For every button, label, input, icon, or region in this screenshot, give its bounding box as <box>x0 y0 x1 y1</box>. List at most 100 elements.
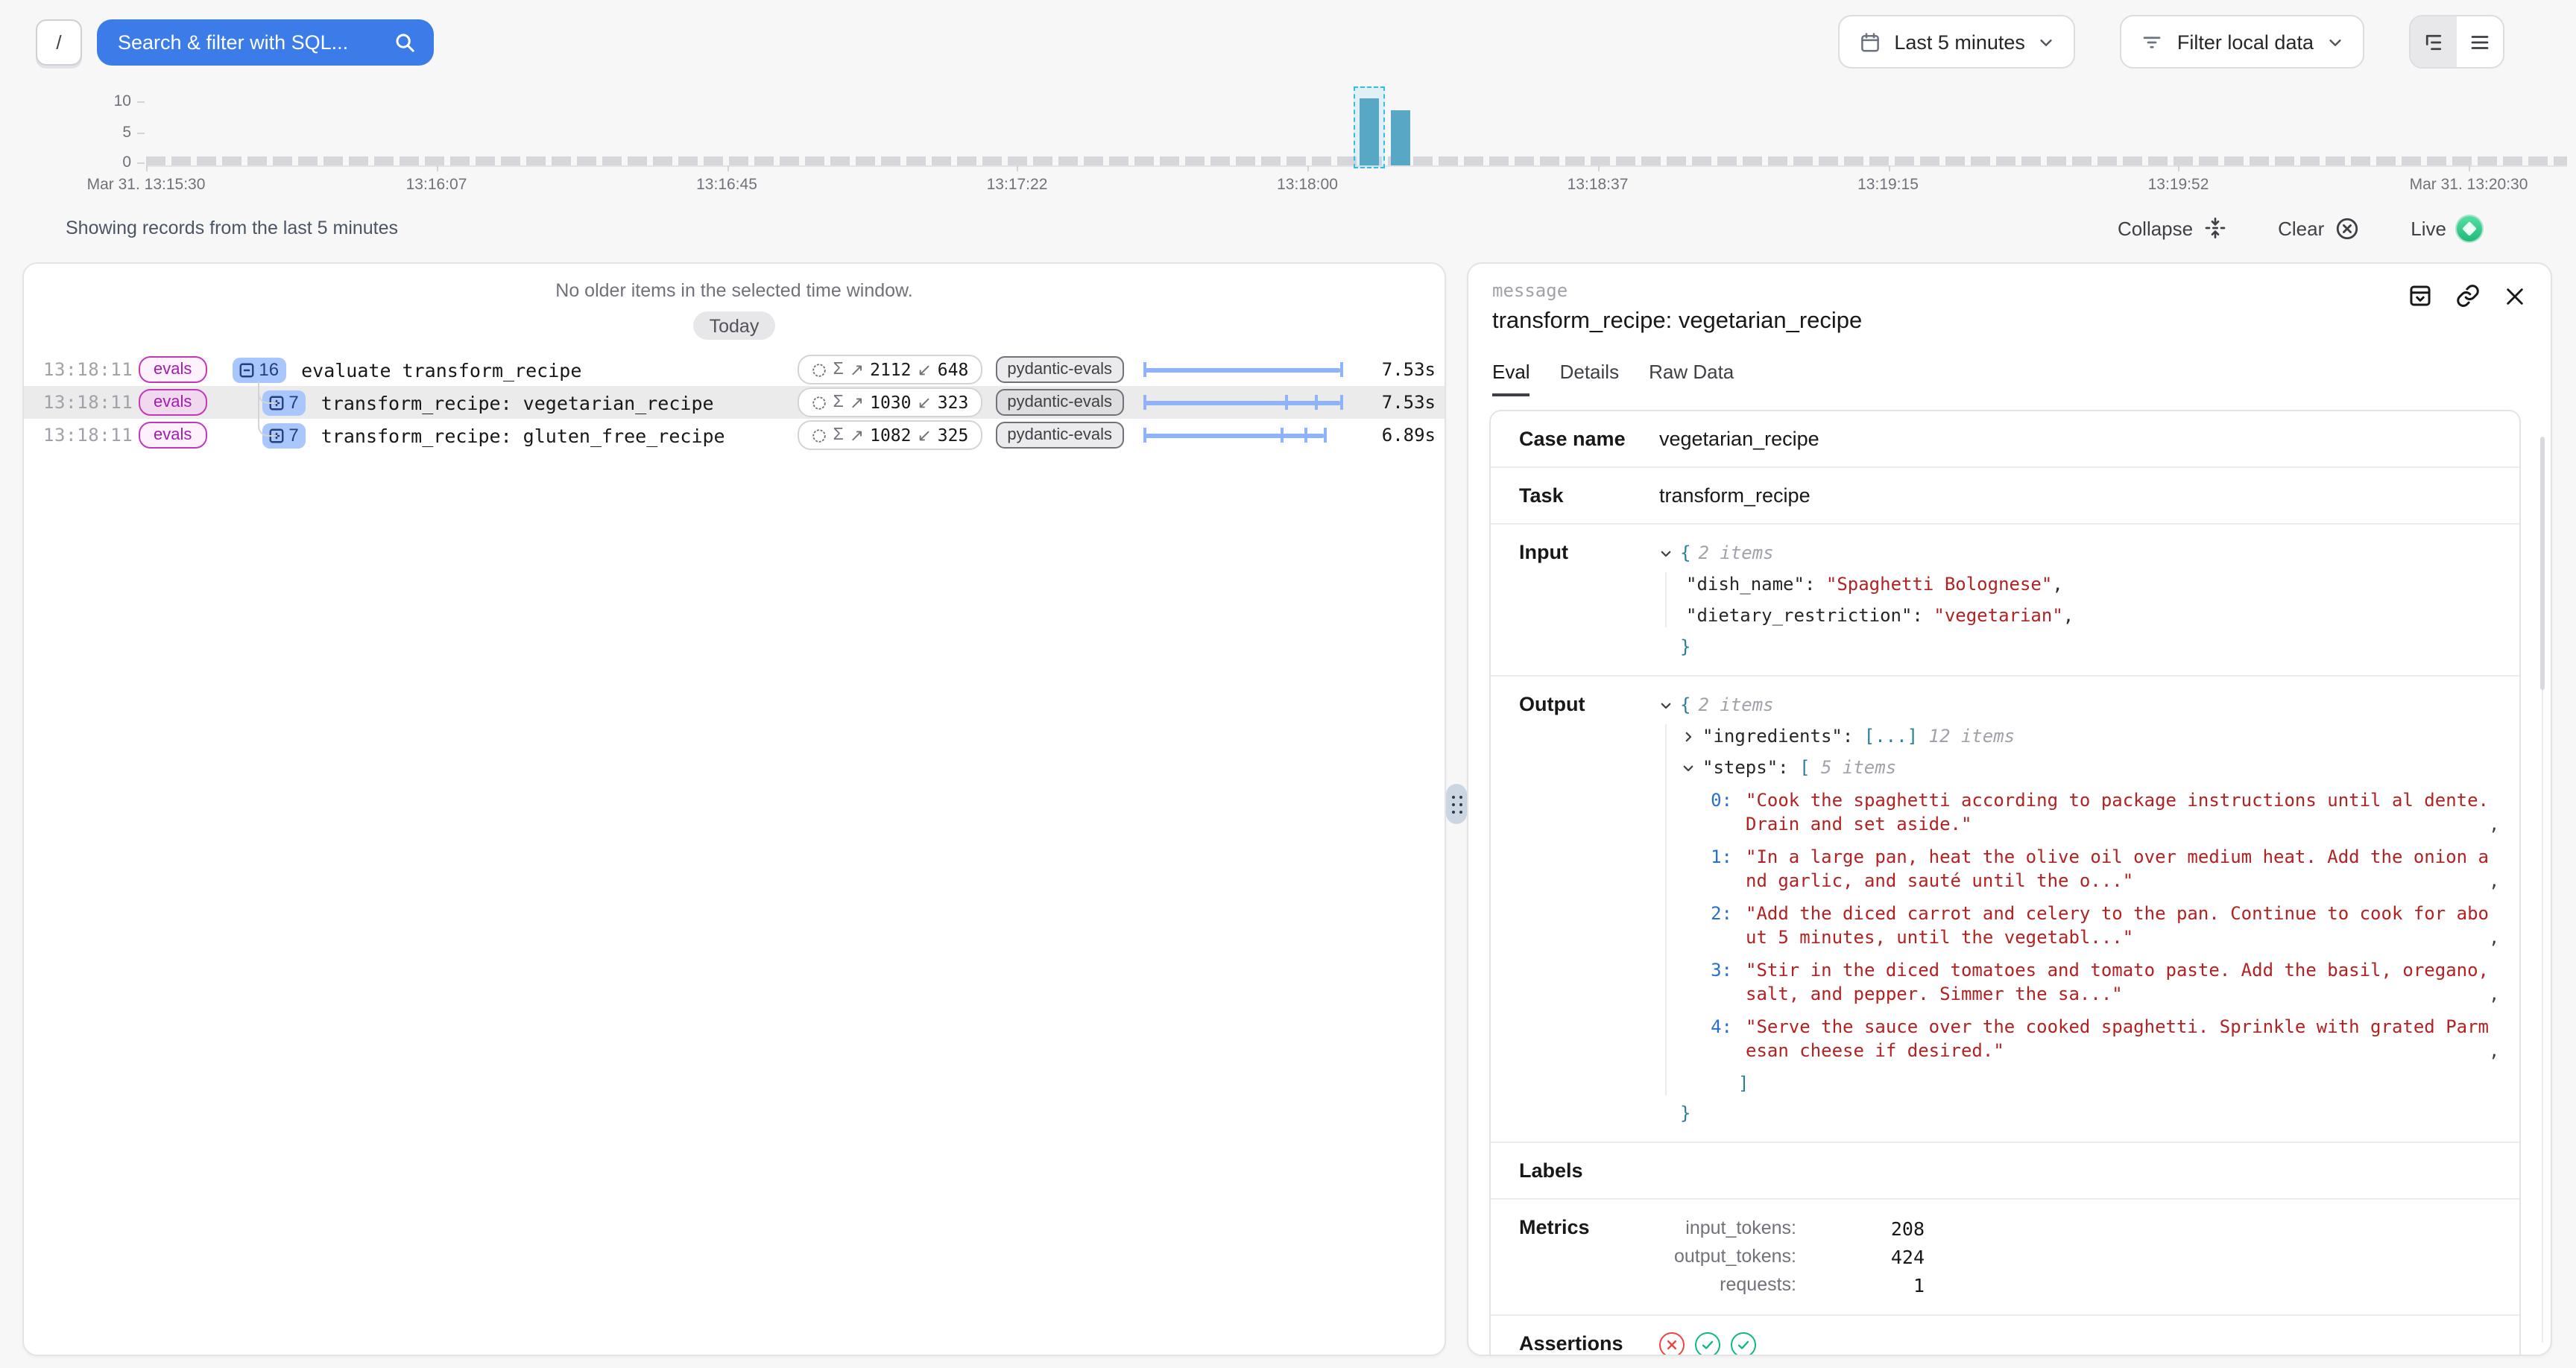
token-usage-badge[interactable]: Σ ↗ 1082 ↙ 325 <box>798 420 982 450</box>
clear-circle-x-icon <box>2334 215 2360 241</box>
span-name: evaluate transform_recipe <box>301 358 581 381</box>
y-axis-tick <box>137 133 145 134</box>
today-label: Today <box>710 315 760 336</box>
list-view-toggle[interactable] <box>2457 16 2503 67</box>
trace-rows: 13:18:11 evals 16 evaluate transform_rec… <box>24 353 1445 452</box>
output-label: Output <box>1519 693 1659 1125</box>
tree-view-icon <box>2422 31 2445 53</box>
assertion-pass-icon[interactable] <box>1731 1332 1756 1356</box>
assertion-fail-icon[interactable] <box>1659 1332 1685 1356</box>
output-token-count: 325 <box>938 425 969 446</box>
time-range-dropdown[interactable]: Last 5 minutes <box>1837 15 2076 69</box>
trace-row-vegetarian-recipe[interactable]: 13:18:11 evals 7 transform_recipe: veget… <box>24 386 1445 419</box>
chevron-down-icon[interactable] <box>1682 761 1695 775</box>
chevron-down-icon[interactable] <box>1659 699 1673 712</box>
row-right-group: Σ ↗ 1030 ↙ 323 pydantic-evals 7.53s <box>798 387 1436 417</box>
row-timestamp: 13:18:11 <box>43 359 118 380</box>
child-count: 7 <box>288 392 298 413</box>
step-item: 3:"Stir in the diced tomatoes and tomato… <box>1685 958 2499 1006</box>
y-axis-tick-label: 0 <box>95 153 131 171</box>
tab-details[interactable]: Details <box>1560 361 1620 396</box>
x-axis-tick-label: 13:17:22 <box>987 176 1048 194</box>
search-icon <box>394 31 416 53</box>
close-icon[interactable] <box>2503 283 2527 308</box>
output-json-tree[interactable]: { 2 items "ingredients": [...] 12 items … <box>1659 693 2499 1125</box>
y-axis-tick-label: 10 <box>95 92 131 110</box>
search-button[interactable]: Search & filter with SQL... <box>97 19 434 65</box>
json-key: "steps": <box>1702 757 1789 778</box>
json-key: "dietary_restriction": <box>1686 605 1923 626</box>
detail-title: transform_recipe: vegetarian_recipe <box>1492 308 2527 335</box>
step-item: 2:"Add the diced carrot and celery to th… <box>1685 902 2499 949</box>
tree-connector <box>258 381 277 437</box>
trace-row-gluten-free-recipe[interactable]: 13:18:11 evals 7 transform_recipe: glute… <box>24 419 1445 452</box>
histogram-bar[interactable] <box>1360 98 1379 165</box>
child-count: 16 <box>259 359 279 380</box>
chevron-down-icon[interactable] <box>1659 547 1673 560</box>
input-json-tree[interactable]: { 2 items "dish_name": "Spaghetti Bologn… <box>1659 541 2074 659</box>
sigma-icon: Σ <box>833 361 844 379</box>
row-right-group: Σ ↗ 1082 ↙ 325 pydantic-evals 6.89s <box>798 420 1436 450</box>
task-row: Task transform_recipe <box>1491 466 2519 523</box>
evals-tag-label: evals <box>154 393 192 411</box>
items-count-note: 2 items <box>1698 541 1773 565</box>
duration-gantt-bar[interactable] <box>1143 361 1343 379</box>
evals-tag-label: evals <box>154 361 192 379</box>
open-brace: { <box>1680 693 1690 717</box>
x-axis-tick <box>1017 165 1019 171</box>
metric-name: input_tokens: <box>1659 1216 1796 1241</box>
evals-tag[interactable]: evals <box>139 422 206 449</box>
duration-text: 7.53s <box>1343 359 1436 380</box>
collapsed-array[interactable]: [...] <box>1864 726 1918 747</box>
child-count: 7 <box>288 425 298 446</box>
token-usage-badge[interactable]: Σ ↗ 1030 ↙ 323 <box>798 387 982 417</box>
evals-tag[interactable]: evals <box>139 356 206 383</box>
duration-gantt-bar[interactable] <box>1143 393 1343 411</box>
assertions-row: Assertions <box>1491 1314 2519 1356</box>
service-tag[interactable]: pydantic-evals <box>995 422 1124 449</box>
clear-button[interactable]: Clear <box>2278 215 2360 241</box>
list-view-icon <box>2469 31 2491 53</box>
panel-resize-handle[interactable] <box>1446 784 1467 824</box>
coin-icon <box>811 361 827 378</box>
y-axis-tick-label: 5 <box>95 124 131 142</box>
detail-scrollbar-thumb[interactable] <box>2540 437 2545 690</box>
today-pill: Today <box>693 311 776 340</box>
step-text: "Serve the sauce over the cooked spaghet… <box>1746 1015 2489 1063</box>
y-axis-tick <box>137 101 145 103</box>
items-count-note: 12 items <box>1929 726 2015 747</box>
tree-view-toggle[interactable] <box>2411 16 2457 67</box>
service-tag[interactable]: pydantic-evals <box>995 356 1124 383</box>
x-axis-tick <box>437 165 438 171</box>
x-axis-tick-label: 13:19:52 <box>2148 176 2209 194</box>
tab-eval[interactable]: Eval <box>1492 361 1530 396</box>
tab-raw-data[interactable]: Raw Data <box>1649 361 1734 396</box>
topbar-right-cluster: Last 5 minutes Filter local data <box>1837 15 2504 69</box>
close-bracket: ] <box>1738 1071 1749 1095</box>
collapse-node-badge[interactable]: 16 <box>232 357 286 382</box>
duration-gantt-bar[interactable] <box>1143 426 1343 444</box>
live-toggle[interactable]: Live <box>2411 215 2482 241</box>
items-count-note: 5 items <box>1821 757 1896 778</box>
case-name-row: Case name vegetarian_recipe <box>1491 411 2519 466</box>
x-axis-tick <box>2179 165 2180 171</box>
token-usage-badge[interactable]: Σ ↗ 2112 ↙ 648 <box>798 355 982 384</box>
trace-row-evaluate-transform-recipe[interactable]: 13:18:11 evals 16 evaluate transform_rec… <box>24 353 1445 386</box>
filter-local-data-dropdown[interactable]: Filter local data <box>2121 15 2364 69</box>
input-label: Input <box>1519 541 1659 659</box>
dock-panel-icon[interactable] <box>2408 283 2433 308</box>
row-timestamp: 13:18:11 <box>43 392 118 413</box>
collapse-button[interactable]: Collapse <box>2118 216 2227 240</box>
chart-plot[interactable]: Mar 31. 13:15:3013:16:0713:16:4513:17:22… <box>146 83 2567 165</box>
evals-tag[interactable]: evals <box>139 389 206 416</box>
assertion-pass-icon[interactable] <box>1695 1332 1720 1356</box>
histogram-bar[interactable] <box>1391 110 1410 165</box>
open-bracket: [ <box>1799 757 1810 778</box>
service-tag[interactable]: pydantic-evals <box>995 389 1124 416</box>
json-key: "dish_name": <box>1686 574 1815 595</box>
chevron-right-icon[interactable] <box>1682 730 1695 744</box>
records-timeline-chart[interactable]: Mar 31. 13:15:3013:16:0713:16:4513:17:22… <box>0 83 2576 200</box>
y-axis-tick <box>137 162 145 164</box>
clear-label: Clear <box>2278 217 2324 239</box>
copy-link-icon[interactable] <box>2455 283 2481 308</box>
